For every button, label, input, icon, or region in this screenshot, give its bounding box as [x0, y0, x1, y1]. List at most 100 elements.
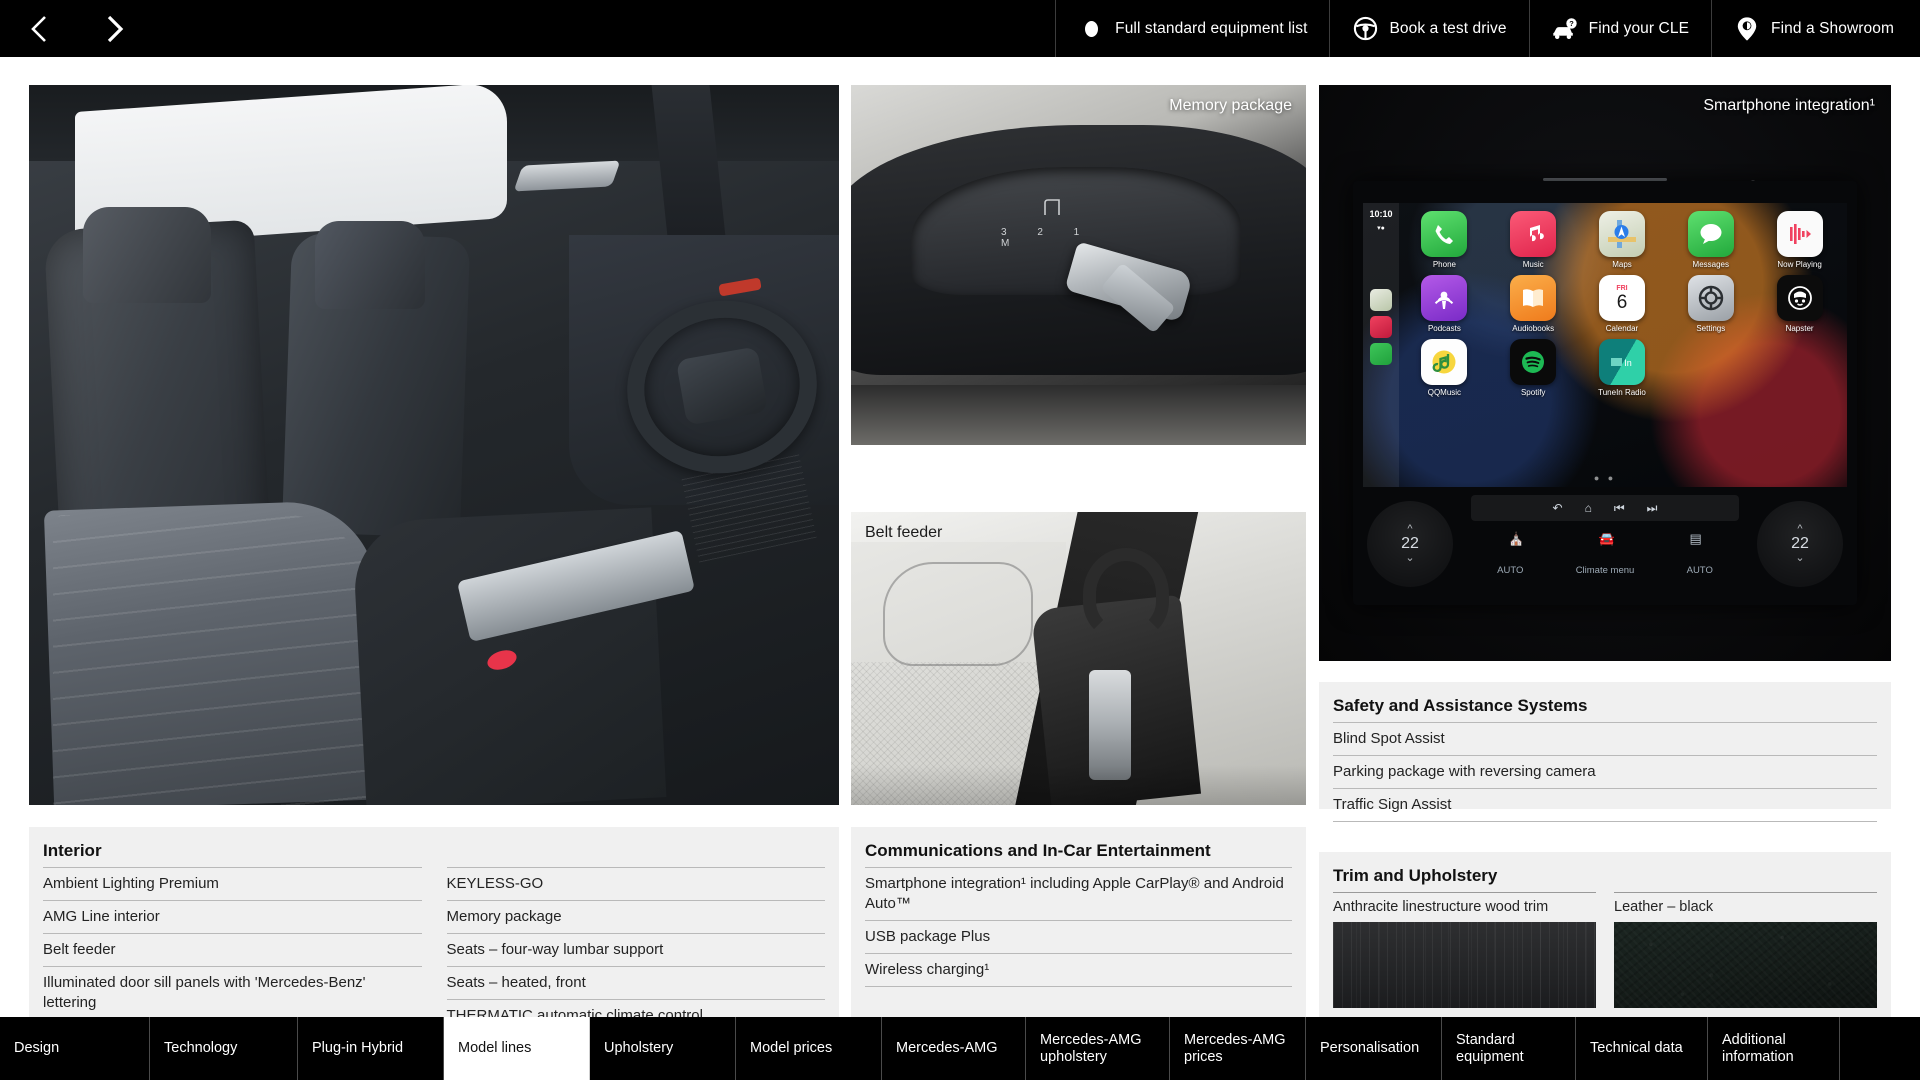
find-a-showroom-button[interactable]: Find a Showroom [1711, 0, 1920, 57]
photo-passenger-headrest [315, 221, 425, 309]
chevron-up-icon[interactable]: ^ [1407, 524, 1412, 535]
book-a-test-drive-button[interactable]: Book a test drive [1329, 0, 1528, 57]
topbar-action-label: Find your CLE [1588, 19, 1690, 37]
temperature-right-value: 22 [1791, 535, 1809, 552]
tab-label: Mercedes-AMG upholstery [1040, 1031, 1142, 1065]
auto-left-label[interactable]: AUTO [1497, 565, 1523, 576]
tab-label: Upholstery [604, 1040, 674, 1056]
carplay-app-spotify[interactable]: Spotify [1496, 339, 1571, 397]
tab-label: Model lines [458, 1040, 532, 1056]
photo-floor [851, 385, 1306, 445]
rear-defrost-icon[interactable]: ▤ [1689, 531, 1701, 547]
sidebar-phone-icon[interactable] [1370, 343, 1392, 365]
carplay-app-calendar[interactable]: FRI 6 Calendar [1585, 275, 1660, 333]
app-label: Audiobooks [1512, 324, 1555, 333]
carplay-page-dots[interactable]: ● ● [1363, 473, 1847, 483]
photo-seat-stitching [53, 515, 375, 805]
carplay-app-phone[interactable]: Phone [1407, 211, 1482, 269]
tab-label: Model prices [750, 1040, 833, 1056]
map-pin-icon [1734, 16, 1760, 42]
music-icon [1510, 211, 1557, 257]
wifi-icon: ▾● [1377, 225, 1385, 232]
tab-plug-in-hybrid[interactable]: Plug-in Hybrid [298, 1017, 444, 1080]
app-label: Now Playing [1777, 260, 1822, 269]
interior-list-2: KEYLESS-GO Memory package Seats – four-w… [446, 867, 825, 1033]
carplay-app-tunein-radio[interactable]: In TuneIn Radio [1585, 339, 1660, 397]
auto-right-label[interactable]: AUTO [1687, 565, 1713, 576]
next-page-button[interactable] [98, 9, 132, 49]
svg-text:?: ? [1569, 18, 1574, 27]
temperature-knob-left[interactable]: ^ 22 ⌄ [1367, 501, 1453, 587]
airflow-icon[interactable]: 🚘 [1599, 531, 1615, 547]
previous-track-icon[interactable]: ⏮ [1614, 501, 1625, 516]
seat-heating-icon[interactable]: ⛪ [1508, 531, 1524, 547]
tab-label: Plug-in Hybrid [312, 1040, 404, 1056]
tab-mercedes-amg-upholstery[interactable]: Mercedes-AMG upholstery [1026, 1017, 1170, 1080]
carplay-app-music[interactable]: Music [1496, 211, 1571, 269]
mbux-transport-controls: ↶ ⌂ ⏮ ⏭ [1471, 495, 1739, 521]
wood-trim-swatch[interactable] [1333, 922, 1596, 1008]
photo-belt-buckle [1089, 670, 1131, 780]
temperature-knob-right[interactable]: ^ 22 ⌄ [1757, 501, 1843, 587]
trim-option-leather[interactable]: Leather – black [1614, 892, 1877, 1008]
safety-spec-panel: Safety and Assistance Systems Blind Spot… [1319, 682, 1891, 822]
mbux-climate-bar: ^ 22 ⌄ ↶ ⌂ ⏮ ⏭ ⛪ 🚘 ▤ AUTO Climate menu A… [1363, 495, 1847, 599]
app-label: Maps [1612, 260, 1632, 269]
tab-model-prices[interactable]: Model prices [736, 1017, 882, 1080]
tab-design[interactable]: Design [0, 1017, 150, 1080]
list-item: Traffic Sign Assist [1333, 788, 1877, 822]
tab-technical-data[interactable]: Technical data [1576, 1017, 1708, 1080]
carplay-sidebar[interactable]: 10:10 ▾● [1363, 203, 1399, 487]
tab-technology[interactable]: Technology [150, 1017, 298, 1080]
sidebar-maps-icon[interactable] [1370, 289, 1392, 311]
tab-model-lines[interactable]: Model lines [444, 1017, 590, 1080]
chevron-up-icon[interactable]: ^ [1797, 524, 1802, 535]
carplay-app-messages[interactable]: Messages [1673, 211, 1748, 269]
memory-package-photo: 3 2 1 M Memory package [851, 85, 1306, 445]
communications-list: Smartphone integration¹ including Apple … [865, 867, 1292, 987]
seat-memory-icon [1039, 195, 1069, 219]
tab-additional-information[interactable]: Additional information [1708, 1017, 1840, 1080]
mbux-climate-labels: AUTO Climate menu AUTO [1471, 565, 1739, 576]
svg-text:In: In [1624, 358, 1632, 368]
leather-swatch[interactable] [1614, 922, 1877, 1008]
list-item: Blind Spot Assist [1333, 722, 1877, 755]
app-label: Podcasts [1427, 324, 1461, 333]
topbar-action-label: Book a test drive [1389, 19, 1507, 37]
previous-page-button[interactable] [22, 9, 56, 49]
full-standard-equipment-list-button[interactable]: Full standard equipment list [1055, 0, 1329, 57]
carplay-app-napster[interactable]: Napster [1762, 275, 1837, 333]
tab-label: Personalisation [1320, 1040, 1420, 1056]
carplay-app-qqmusic[interactable]: QQMusic [1407, 339, 1482, 397]
home-icon[interactable]: ⌂ [1585, 501, 1592, 515]
carplay-app-maps[interactable]: Maps [1585, 211, 1660, 269]
carplay-app-audiobooks[interactable]: Audiobooks [1496, 275, 1571, 333]
list-item: Wireless charging¹ [865, 953, 1292, 987]
tab-mercedes-amg-prices[interactable]: Mercedes-AMG prices [1170, 1017, 1306, 1080]
topbar-actions: Full standard equipment list Book a test… [1055, 0, 1920, 57]
napster-icon [1776, 275, 1823, 321]
messages-icon [1687, 211, 1734, 257]
climate-menu-label[interactable]: Climate menu [1576, 565, 1635, 576]
carplay-app-settings[interactable]: Settings [1673, 275, 1748, 333]
trim-option-wood[interactable]: Anthracite linestructure wood trim [1333, 892, 1596, 1008]
list-item: KEYLESS-GO [446, 867, 825, 900]
now-playing-icon [1776, 211, 1823, 257]
carplay-app-podcasts[interactable]: Podcasts [1407, 275, 1482, 333]
tab-personalisation[interactable]: Personalisation [1306, 1017, 1442, 1080]
back-icon[interactable]: ↶ [1553, 501, 1563, 515]
carplay-app-now-playing[interactable]: Now Playing [1762, 211, 1837, 269]
tab-standard-equipment[interactable]: Standard equipment [1442, 1017, 1576, 1080]
tab-mercedes-amg[interactable]: Mercedes-AMG [882, 1017, 1026, 1080]
next-track-icon[interactable]: ⏭ [1647, 501, 1658, 516]
find-your-cle-button[interactable]: ? Find your CLE [1528, 0, 1711, 57]
chevron-down-icon[interactable]: ⌄ [1795, 553, 1804, 564]
interior-main-photo [29, 85, 839, 805]
ellipse-icon [1078, 16, 1104, 42]
chevron-down-icon[interactable]: ⌄ [1405, 553, 1414, 564]
carplay-home-screen[interactable]: 10:10 ▾● Phone Music Maps Messages Now P… [1363, 203, 1847, 487]
tab-upholstery[interactable]: Upholstery [590, 1017, 736, 1080]
sidebar-music-icon[interactable] [1370, 316, 1392, 338]
topbar-action-label: Full standard equipment list [1115, 19, 1308, 37]
app-label: TuneIn Radio [1598, 388, 1646, 397]
